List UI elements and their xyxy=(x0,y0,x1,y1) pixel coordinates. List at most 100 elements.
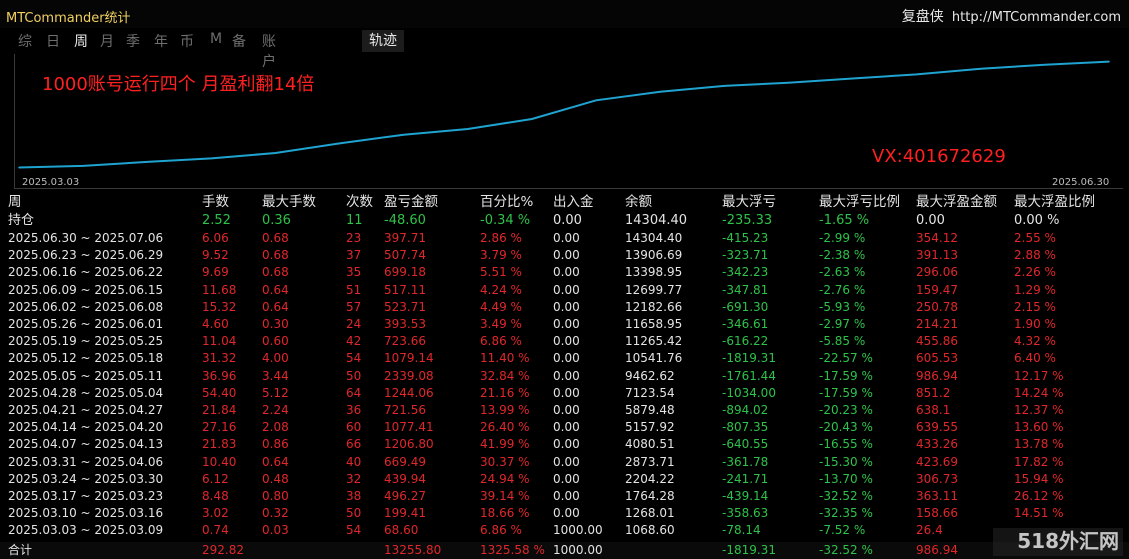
cell-period: 2025.04.28 ~ 2025.05.04 xyxy=(8,385,164,400)
cell-cash-flow: 0.00 xyxy=(553,403,580,417)
cell-pct: 11.40 % xyxy=(480,351,530,366)
cell-cash-flow: 0.00 xyxy=(553,506,580,521)
cell-max-float-loss: -1819.31 xyxy=(722,351,776,366)
cell-period: 2025.06.30 ~ 2025.07.06 xyxy=(8,231,164,245)
cell-max-float-loss: -1761.44 xyxy=(722,368,776,383)
tab-7[interactable]: M xyxy=(210,31,222,47)
cell-pnl: 507.74 xyxy=(384,248,426,263)
cell-count: 57 xyxy=(346,299,362,314)
cell-max-lots: 0.64 xyxy=(262,282,289,297)
cell-max-float-profit-pct: 4.32 % xyxy=(1014,334,1056,349)
cell-max-lots: 4.00 xyxy=(262,351,289,366)
cell-balance: 14304.40 xyxy=(625,231,683,245)
cell-max-lots: 0.68 xyxy=(262,248,289,263)
cell-count: 36 xyxy=(346,403,362,417)
table-row: 2025.05.05 ~ 2025.05.11 36.96 3.44 50 2339.0… xyxy=(0,368,1129,385)
cell-max-float-profit: 26.4 xyxy=(916,523,943,538)
tab-3[interactable]: 月 xyxy=(100,31,114,51)
cell-max-lots: 0.03 xyxy=(262,523,289,538)
cell-pct: 6.86 % xyxy=(480,523,522,538)
holding-max-float-profit-pct: 0.00 % xyxy=(1014,213,1060,228)
holding-cash-flow: 0.00 xyxy=(553,213,582,228)
cell-lots: 6.06 xyxy=(202,231,229,245)
tab-0[interactable]: 综 xyxy=(18,31,32,51)
cell-max-float-loss-pct: -2.38 % xyxy=(819,248,866,263)
cell-max-float-profit-pct: 12.17 % xyxy=(1014,368,1064,383)
cell-period: 2025.03.03 ~ 2025.03.09 xyxy=(8,523,164,538)
tab-6[interactable]: 币 xyxy=(180,31,194,51)
tab-1[interactable]: 日 xyxy=(46,31,60,51)
cell-period: 2025.04.21 ~ 2025.04.27 xyxy=(8,403,164,417)
cell-max-float-loss-pct: -20.43 % xyxy=(819,420,873,435)
cell-max-float-loss-pct: -2.97 % xyxy=(819,317,866,331)
table-row: 2025.06.02 ~ 2025.06.08 15.32 0.64 57 523.71… xyxy=(0,299,1129,316)
tab-8[interactable]: 备 xyxy=(232,31,246,51)
cell-max-float-loss: -78.14 xyxy=(722,523,761,538)
equity-point-4 xyxy=(274,152,277,154)
cell-max-lots: 2.24 xyxy=(262,403,289,417)
tab-2[interactable]: 周 xyxy=(74,31,88,51)
cell-pct: 18.66 % xyxy=(480,506,530,521)
cell-balance: 5157.92 xyxy=(625,420,675,435)
cell-cash-flow: 0.00 xyxy=(553,231,580,245)
cell-max-float-loss: -894.02 xyxy=(722,403,769,417)
cell-max-float-loss-pct: -17.59 % xyxy=(819,368,873,383)
cell-lots: 9.52 xyxy=(202,248,229,263)
cell-count: 42 xyxy=(346,334,362,349)
cell-max-float-loss: -439.14 xyxy=(722,489,769,503)
cell-max-float-profit: 296.06 xyxy=(916,265,958,280)
cell-lots: 0.74 xyxy=(202,523,229,538)
cell-max-lots: 0.64 xyxy=(262,454,289,469)
header-period: 周 xyxy=(8,194,22,210)
cell-max-float-profit: 391.13 xyxy=(916,248,958,263)
cell-max-float-loss-pct: -22.57 % xyxy=(819,351,873,366)
cell-max-float-profit: 433.26 xyxy=(916,437,958,452)
holding-lots: 2.52 xyxy=(202,213,231,228)
cell-cash-flow: 0.00 xyxy=(553,299,580,314)
table-row: 2025.04.14 ~ 2025.04.20 27.16 2.08 60 1077.4… xyxy=(0,419,1129,436)
brand-url[interactable]: http://MTCommander.com xyxy=(952,10,1121,25)
cell-pnl: 669.49 xyxy=(384,454,426,469)
cell-pct: 24.94 % xyxy=(480,471,530,486)
cell-cash-flow: 0.00 xyxy=(553,471,580,486)
total-max-float-profit: 986.94 xyxy=(916,542,958,557)
equity-point-9 xyxy=(595,99,597,102)
cell-period: 2025.04.07 ~ 2025.04.13 xyxy=(8,437,164,452)
cell-cash-flow: 0.00 xyxy=(553,265,580,280)
cell-max-lots: 0.86 xyxy=(262,437,289,452)
cell-lots: 3.02 xyxy=(202,506,229,521)
holding-max-float-loss: -235.33 xyxy=(722,213,773,228)
cell-count: 60 xyxy=(346,420,362,435)
cell-pnl: 699.18 xyxy=(384,265,426,280)
tab-4[interactable]: 季 xyxy=(126,31,140,51)
cell-pnl: 721.56 xyxy=(384,403,426,417)
cell-max-float-profit: 639.55 xyxy=(916,420,958,435)
cell-cash-flow: 1000.00 xyxy=(553,523,603,538)
cell-max-float-profit: 363.11 xyxy=(916,489,958,503)
tab-5[interactable]: 年 xyxy=(154,31,168,51)
cell-lots: 11.04 xyxy=(202,334,237,349)
cell-max-float-profit-pct: 2.26 % xyxy=(1014,265,1056,280)
cell-pct: 5.51 % xyxy=(480,265,522,280)
cell-count: 50 xyxy=(346,368,362,383)
cell-pct: 13.99 % xyxy=(480,403,530,417)
cell-max-float-profit-pct: 2.15 % xyxy=(1014,299,1056,314)
cell-cash-flow: 0.00 xyxy=(553,454,580,469)
brand[interactable]: 复盘侠 http://MTCommander.com xyxy=(902,6,1121,26)
cell-count: 23 xyxy=(346,231,362,245)
header-max-float-profit-pct: 最大浮盈比例 xyxy=(1014,194,1095,210)
cell-max-float-loss-pct: -16.55 % xyxy=(819,437,873,452)
cell-lots: 6.12 xyxy=(202,471,229,486)
cell-pnl: 397.71 xyxy=(384,231,426,245)
cell-pct: 39.14 % xyxy=(480,489,530,503)
cell-lots: 31.32 xyxy=(202,351,237,366)
table-row: 2025.06.16 ~ 2025.06.22 9.69 0.68 35 699.18 5… xyxy=(0,264,1129,281)
holding-pct: -0.34 % xyxy=(480,213,531,228)
cell-period: 2025.03.17 ~ 2025.03.23 xyxy=(8,489,164,503)
cell-pct: 3.49 % xyxy=(480,317,522,331)
tab-track[interactable]: 轨迹 xyxy=(362,30,404,52)
table-header: 周 手数 最大手数 次数 盈亏金额 百分比% 出入金 余额 最大浮亏 最大浮亏比例 最大浮盈金额 最大… xyxy=(0,194,1129,211)
equity-point-12 xyxy=(787,81,790,84)
cell-max-float-profit: 214.21 xyxy=(916,317,958,331)
cell-count: 54 xyxy=(346,523,362,538)
